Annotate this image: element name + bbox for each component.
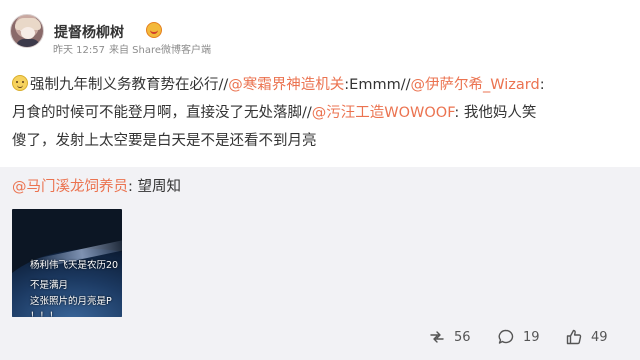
retweet-author-link[interactable]: @马门溪龙饲养员: [12, 179, 128, 195]
post-content: 强制九年制义务教育势在必行//@寒霜界神造机关:Emmm//@伊萨尔希_Wiza…: [12, 71, 628, 155]
retweet-text: : 望周知: [128, 179, 181, 195]
content-text: : 我他妈人笑: [454, 105, 537, 121]
post-meta: 昨天 12:57 来自 Share微博客户端: [53, 41, 215, 56]
thumb-caption: 杨利伟飞天是农历20: [30, 260, 119, 271]
comment-button[interactable]: 19: [497, 328, 540, 346]
forward-count: 56: [454, 329, 471, 345]
forward-button[interactable]: 56: [428, 328, 471, 346]
mention-link[interactable]: @污汪工造WOWOOF: [312, 105, 455, 121]
like-button[interactable]: 49: [565, 328, 608, 346]
content-text: :: [539, 77, 545, 93]
mention-link[interactable]: @伊萨尔希_Wizard: [410, 77, 539, 93]
comment-icon: [498, 329, 514, 344]
forward-icon: [430, 331, 444, 343]
like-count: 49: [591, 329, 608, 345]
mention-link[interactable]: @寒霜界神造机关: [228, 77, 344, 93]
post-time[interactable]: 昨天 12:57: [53, 45, 105, 56]
content-text: 强制九年制义务教育势在必行//: [30, 77, 229, 93]
video-thumbnail[interactable]: 杨利伟飞天是农历20 不是满月 这张照片的月亮是P ！！！: [12, 209, 122, 317]
avatar[interactable]: [10, 14, 44, 48]
retweet-line: @马门溪龙饲养员: 望周知: [12, 175, 181, 196]
weibo-post-card: 提督杨柳树 昨天 12:57 来自 Share微博客户端 强制九年制义务教育势在必…: [0, 0, 640, 360]
comment-count: 19: [523, 329, 540, 345]
thumb-caption: 这张照片的月亮是P: [30, 296, 112, 307]
thumb-caption: ！！！: [30, 311, 59, 317]
username[interactable]: 提督杨柳树: [54, 22, 124, 42]
post-source: 来自 Share微博客户端: [109, 45, 212, 56]
vip-badge-icon: [146, 22, 162, 38]
thumbs-up-icon: [566, 329, 582, 345]
thumb-caption: 不是满月: [30, 280, 69, 291]
content-text: 傻了，发射上太空要是白天是不是还看不到月亮: [12, 133, 317, 149]
smile-emoji-icon: [12, 75, 28, 91]
retweet-block[interactable]: @马门溪龙饲养员: 望周知 杨利伟飞天是农历20 不是满月 这张照片的月亮是P …: [0, 167, 640, 360]
content-text: 月食的时候可不能登月啊，直接没了无处落脚//: [12, 105, 312, 121]
content-text: :Emmm//: [344, 77, 411, 93]
